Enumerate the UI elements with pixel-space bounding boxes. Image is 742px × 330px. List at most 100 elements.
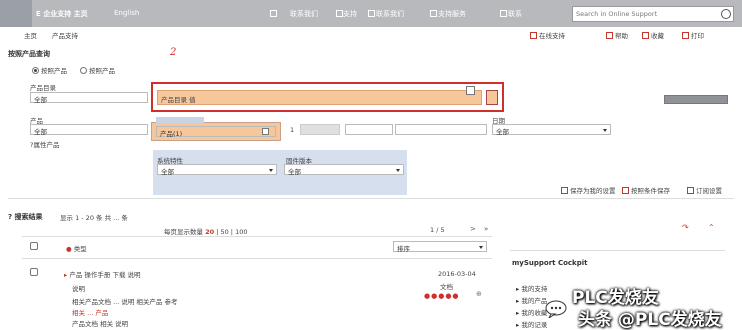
sidebar-item-4[interactable]: 我的记录	[516, 319, 547, 329]
subscribe-link[interactable]: 订阅设置	[687, 185, 722, 195]
subscribe-icon	[687, 187, 694, 194]
breadcrumb-home[interactable]: 主页	[24, 30, 37, 40]
product-highlight: 产品(1)	[151, 117, 281, 141]
sidebar-item-1[interactable]: 我的支持	[516, 283, 547, 293]
pager-option-100[interactable]: 100	[235, 228, 247, 236]
product-orange-value: 产品(1)	[160, 130, 183, 138]
range-start-input[interactable]	[300, 124, 340, 135]
product-select[interactable]: 全部	[30, 124, 148, 136]
results-title: ? 搜索结果	[8, 213, 43, 221]
radio-by-product-2[interactable]: 按照产品	[80, 65, 115, 75]
toolbar-print[interactable]: 打印	[682, 30, 704, 40]
product-field-highlight: 产品目录 值	[151, 82, 504, 112]
dropdown-icon[interactable]	[262, 128, 269, 135]
range-end-input[interactable]	[395, 124, 487, 135]
nav-language[interactable]: English	[114, 9, 139, 17]
top-bar: E 企业支持 主页 English 联系我们 支持 联系我们 支持服务 联系 S…	[0, 0, 742, 27]
radio-by-product[interactable]: 按照产品	[32, 65, 67, 75]
rating-stars: ●●●●●	[424, 292, 460, 300]
product-tree-value: 全部	[34, 96, 47, 104]
filter-title: 按照产品查询	[8, 50, 50, 58]
sidebar-item-3[interactable]: 我的收藏	[516, 307, 547, 317]
pager-label: 每页显示数量	[164, 228, 203, 236]
save-icon	[561, 187, 568, 194]
save-condition-link[interactable]: 按照条件保存	[622, 185, 670, 195]
result-date: 2016-03-04	[438, 270, 476, 278]
pager-option-20[interactable]: 20	[205, 228, 214, 236]
result-line-4[interactable]: 产品文档 相关 说明	[72, 318, 128, 328]
result-line-3[interactable]: 相关 ... 产品	[72, 307, 108, 317]
result-title[interactable]: ▸ 产品 操作手册 下载 说明	[64, 269, 141, 279]
divider	[22, 236, 492, 237]
page-info: 1 / 5	[430, 226, 445, 234]
toolbar-favorite[interactable]: 收藏	[642, 30, 664, 40]
nav-contact-2[interactable]: 联系我们	[376, 9, 404, 19]
nav-services[interactable]: 支持服务	[438, 9, 466, 19]
divider	[510, 250, 725, 251]
breadcrumb-product-support[interactable]: 产品支持	[52, 30, 78, 40]
logo	[0, 0, 32, 27]
watermark-line-2: 头条 @PLC发烧友	[578, 310, 722, 330]
firmware-select[interactable]: 全部	[284, 164, 404, 176]
nav-support[interactable]: 支持	[343, 9, 357, 19]
search-placeholder: Search in Online Support	[576, 10, 658, 18]
divider	[8, 198, 734, 199]
chevron-down-icon	[603, 129, 607, 132]
search-input[interactable]: Search in Online Support	[572, 6, 734, 22]
product-field-input[interactable]: 产品目录 值	[157, 90, 482, 105]
range-mid-input[interactable]	[345, 124, 393, 135]
divider	[22, 258, 492, 259]
nav-contact-3[interactable]: 联系	[508, 9, 522, 19]
share-icon[interactable]: ↷	[682, 223, 689, 232]
pager-size: 每页显示数量 20 | 50 | 100	[164, 228, 248, 236]
system-feature-select[interactable]: 全部	[157, 164, 277, 176]
callout-number: 2	[170, 47, 177, 58]
save-settings-link[interactable]: 保存为我的设置	[561, 185, 616, 195]
range-start-label: 1	[290, 126, 295, 134]
select-all-checkbox[interactable]	[30, 242, 38, 250]
nav-icon	[270, 10, 277, 17]
nav-icon	[500, 10, 507, 17]
sidebar-item-2[interactable]: 我的产品	[516, 295, 547, 305]
help-icon	[606, 32, 613, 39]
search-icon[interactable]	[721, 9, 731, 19]
nav-contact[interactable]: 联系我们	[290, 9, 318, 19]
nav-icon	[336, 10, 343, 17]
search-button[interactable]	[664, 95, 728, 104]
print-icon	[682, 32, 689, 39]
sort-value: 排序	[397, 245, 410, 253]
result-line-2: 相关产品文档 ... 说明 相关产品 参考	[72, 298, 178, 306]
chevron-up-icon[interactable]: ⌃	[708, 223, 715, 232]
attr-label: ?属性产品	[30, 141, 60, 149]
date-select[interactable]: 全部	[492, 124, 611, 136]
chevron-down-icon	[479, 246, 483, 249]
chevron-last-icon[interactable]: »	[484, 225, 488, 233]
result-checkbox[interactable]	[30, 268, 38, 276]
product-tree-select[interactable]: 全部	[30, 92, 148, 104]
product-input[interactable]: 产品(1)	[156, 126, 276, 138]
clear-icon[interactable]	[486, 90, 498, 105]
add-icon[interactable]: ⊕	[476, 290, 482, 298]
toolbar-online-support[interactable]: 在线支持	[530, 30, 565, 40]
radio-icon	[32, 67, 39, 74]
type-column-header[interactable]: ● 类型	[66, 243, 87, 253]
toolbar-help[interactable]: 帮助	[606, 30, 628, 40]
product-tab	[156, 117, 204, 123]
nav-home[interactable]: E 企业支持 主页	[36, 9, 88, 19]
sidebar-title: mySupport Cockpit	[512, 259, 588, 267]
pager-option-50[interactable]: 50	[220, 228, 228, 236]
dropdown-icon[interactable]	[466, 86, 475, 95]
sort-select[interactable]: 排序	[393, 241, 487, 253]
product-tree-label: 产品目录	[30, 84, 56, 92]
chevron-right-icon[interactable]: >	[470, 225, 476, 233]
favorite-icon	[642, 32, 649, 39]
firmware-value: 全部	[288, 168, 301, 176]
nav-icon	[430, 10, 437, 17]
chevron-down-icon	[396, 169, 400, 172]
product-value: 全部	[34, 128, 47, 136]
radio-icon	[80, 67, 87, 74]
product-field-value: 产品目录 值	[161, 96, 196, 104]
results-summary: 显示 1 - 20 条 共 ... 条	[60, 214, 128, 222]
system-feature-value: 全部	[161, 168, 174, 176]
date-value: 全部	[496, 128, 509, 136]
